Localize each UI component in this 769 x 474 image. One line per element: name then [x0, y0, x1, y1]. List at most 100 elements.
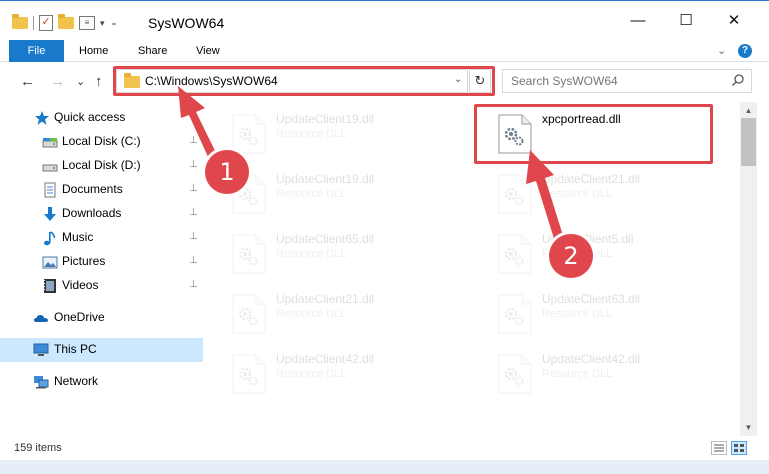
file-type: Resource DLL	[276, 308, 347, 320]
sidebar-item-label: OneDrive	[54, 310, 105, 324]
file-item[interactable]: UpdateClient63.dll Resource DLL	[476, 286, 706, 340]
dll-file-icon	[232, 114, 266, 154]
close-button[interactable]: ✕	[724, 11, 744, 31]
search-placeholder: Search SysWOW64	[511, 74, 618, 88]
pin-icon[interactable]: ⊥	[189, 255, 198, 266]
scroll-thumb[interactable]	[741, 118, 756, 166]
file-item[interactable]: UpdateClient42.dll Resource DLL	[210, 346, 440, 400]
star-icon	[35, 111, 49, 125]
pin-icon[interactable]: ⊥	[189, 183, 198, 194]
large-icons-view-icon[interactable]	[731, 441, 747, 455]
videos-icon	[44, 279, 56, 293]
navigation-pane: Quick access Local Disk (C:) ⊥ Local Dis…	[0, 102, 210, 436]
minimize-button[interactable]: —	[628, 11, 648, 31]
pin-icon[interactable]: ⊥	[189, 159, 198, 170]
file-type: Resource DLL	[276, 188, 347, 200]
step-1-badge: 1	[205, 150, 249, 194]
sidebar-item-label: Music	[62, 230, 94, 244]
dll-file-icon	[232, 294, 266, 334]
dll-file-icon	[498, 354, 532, 394]
tab-file[interactable]: File	[9, 40, 64, 62]
file-item[interactable]: UpdateClient42.dll Resource DLL	[476, 346, 706, 400]
dll-file-icon	[498, 174, 532, 214]
back-button[interactable]: ←	[20, 72, 35, 92]
file-name: UpdateClient21.dll	[276, 292, 375, 306]
file-name: UpdateClient42.dll	[276, 352, 375, 366]
sidebar-item-label: Quick access	[54, 110, 126, 124]
maximize-button[interactable]: ☐	[676, 11, 696, 31]
recent-locations-button[interactable]: ⌄	[76, 72, 85, 92]
file-type: Resource DLL	[542, 368, 613, 380]
sidebar-item-label: Network	[54, 374, 99, 388]
computer-icon	[33, 343, 49, 356]
file-item[interactable]: UpdateClient21.dll Resource DLL	[476, 166, 706, 220]
properties-icon[interactable]: ≡	[79, 16, 95, 30]
tab-view[interactable]: View	[196, 40, 220, 62]
pin-icon[interactable]: ⊥	[189, 135, 198, 146]
pin-icon[interactable]: ⊥	[189, 279, 198, 290]
search-icon	[731, 74, 744, 87]
pin-icon[interactable]: ⊥	[189, 207, 198, 218]
dll-file-icon	[498, 234, 532, 274]
properties-check-icon[interactable]: ✓	[39, 15, 53, 31]
target-file-highlight	[474, 104, 713, 164]
folder-icon	[12, 14, 28, 29]
sidebar-item-videos[interactable]: Videos ⊥	[0, 274, 203, 298]
sidebar-item-label: Videos	[62, 278, 99, 292]
file-item[interactable]: UpdateClient21.dll Resource DLL	[210, 286, 440, 340]
sidebar-item-onedrive[interactable]: OneDrive	[0, 306, 203, 330]
window-title: SysWOW64	[148, 15, 225, 31]
scroll-down-button[interactable]: ▼	[740, 419, 757, 436]
network-icon	[34, 376, 49, 389]
vertical-scrollbar[interactable]: ▲ ▼	[740, 102, 757, 436]
scroll-up-button[interactable]: ▲	[740, 102, 757, 119]
search-input[interactable]: Search SysWOW64	[502, 69, 752, 93]
file-item[interactable]: UpdateClient65.dll Resource DLL	[210, 226, 440, 280]
toolbar-overflow-icon[interactable]: ₌	[112, 18, 117, 29]
pictures-icon	[42, 256, 58, 269]
item-count: 159 items	[14, 442, 62, 454]
documents-icon	[44, 182, 56, 198]
dll-file-icon	[498, 294, 532, 334]
file-type: Resource DLL	[276, 248, 347, 260]
file-name: UpdateClient42.dll	[542, 352, 641, 366]
onedrive-icon	[34, 315, 48, 322]
customize-toolbar-dropdown-icon[interactable]: ▾	[100, 18, 105, 29]
sidebar-item-pictures[interactable]: Pictures ⊥	[0, 250, 203, 274]
sidebar-item-quick-access[interactable]: Quick access	[0, 106, 203, 130]
drive-icon	[42, 138, 58, 148]
file-type: Resource DLL	[276, 368, 347, 380]
title-bar: ✓ ≡ ▾ ₌ SysWOW64 — ☐ ✕	[0, 0, 769, 40]
music-icon	[44, 231, 56, 246]
quick-access-toolbar: ✓ ≡ ▾ ₌	[12, 14, 117, 31]
file-name: UpdateClient65.dll	[276, 232, 375, 246]
sidebar-item-label: Downloads	[62, 206, 122, 220]
pin-icon[interactable]: ⊥	[189, 231, 198, 242]
sidebar-item-local-disk-d[interactable]: Local Disk (D:) ⊥	[0, 154, 203, 178]
window-bottom-edge	[0, 460, 769, 474]
tab-home[interactable]: Home	[79, 40, 108, 62]
step-2-badge: 2	[549, 234, 593, 278]
sidebar-item-label: Local Disk (D:)	[62, 158, 141, 172]
forward-button[interactable]: →	[50, 72, 65, 92]
new-folder-icon[interactable]	[58, 14, 74, 29]
sidebar-item-documents[interactable]: Documents ⊥	[0, 178, 203, 202]
ribbon: File Home Share View ⌄ ?	[0, 40, 769, 62]
sidebar-item-label: This PC	[54, 342, 97, 356]
up-button[interactable]: ↑	[95, 72, 103, 92]
sidebar-item-downloads[interactable]: Downloads ⊥	[0, 202, 203, 226]
file-item[interactable]: UpdateClient19.dll Resource DLL	[210, 106, 440, 160]
help-icon[interactable]: ?	[738, 44, 752, 58]
sidebar-item-label: Local Disk (C:)	[62, 134, 141, 148]
file-type: Resource DLL	[542, 188, 613, 200]
sidebar-item-local-disk-c[interactable]: Local Disk (C:) ⊥	[0, 130, 203, 154]
sidebar-item-label: Pictures	[62, 254, 106, 268]
expand-ribbon-icon[interactable]: ⌄	[717, 44, 726, 57]
details-view-icon[interactable]	[711, 441, 727, 455]
sidebar-item-music[interactable]: Music ⊥	[0, 226, 203, 250]
divider	[33, 16, 34, 30]
tab-share[interactable]: Share	[138, 40, 167, 62]
downloads-icon	[44, 207, 56, 221]
sidebar-item-network[interactable]: Network	[0, 370, 203, 394]
sidebar-item-this-pc[interactable]: This PC	[0, 338, 203, 362]
